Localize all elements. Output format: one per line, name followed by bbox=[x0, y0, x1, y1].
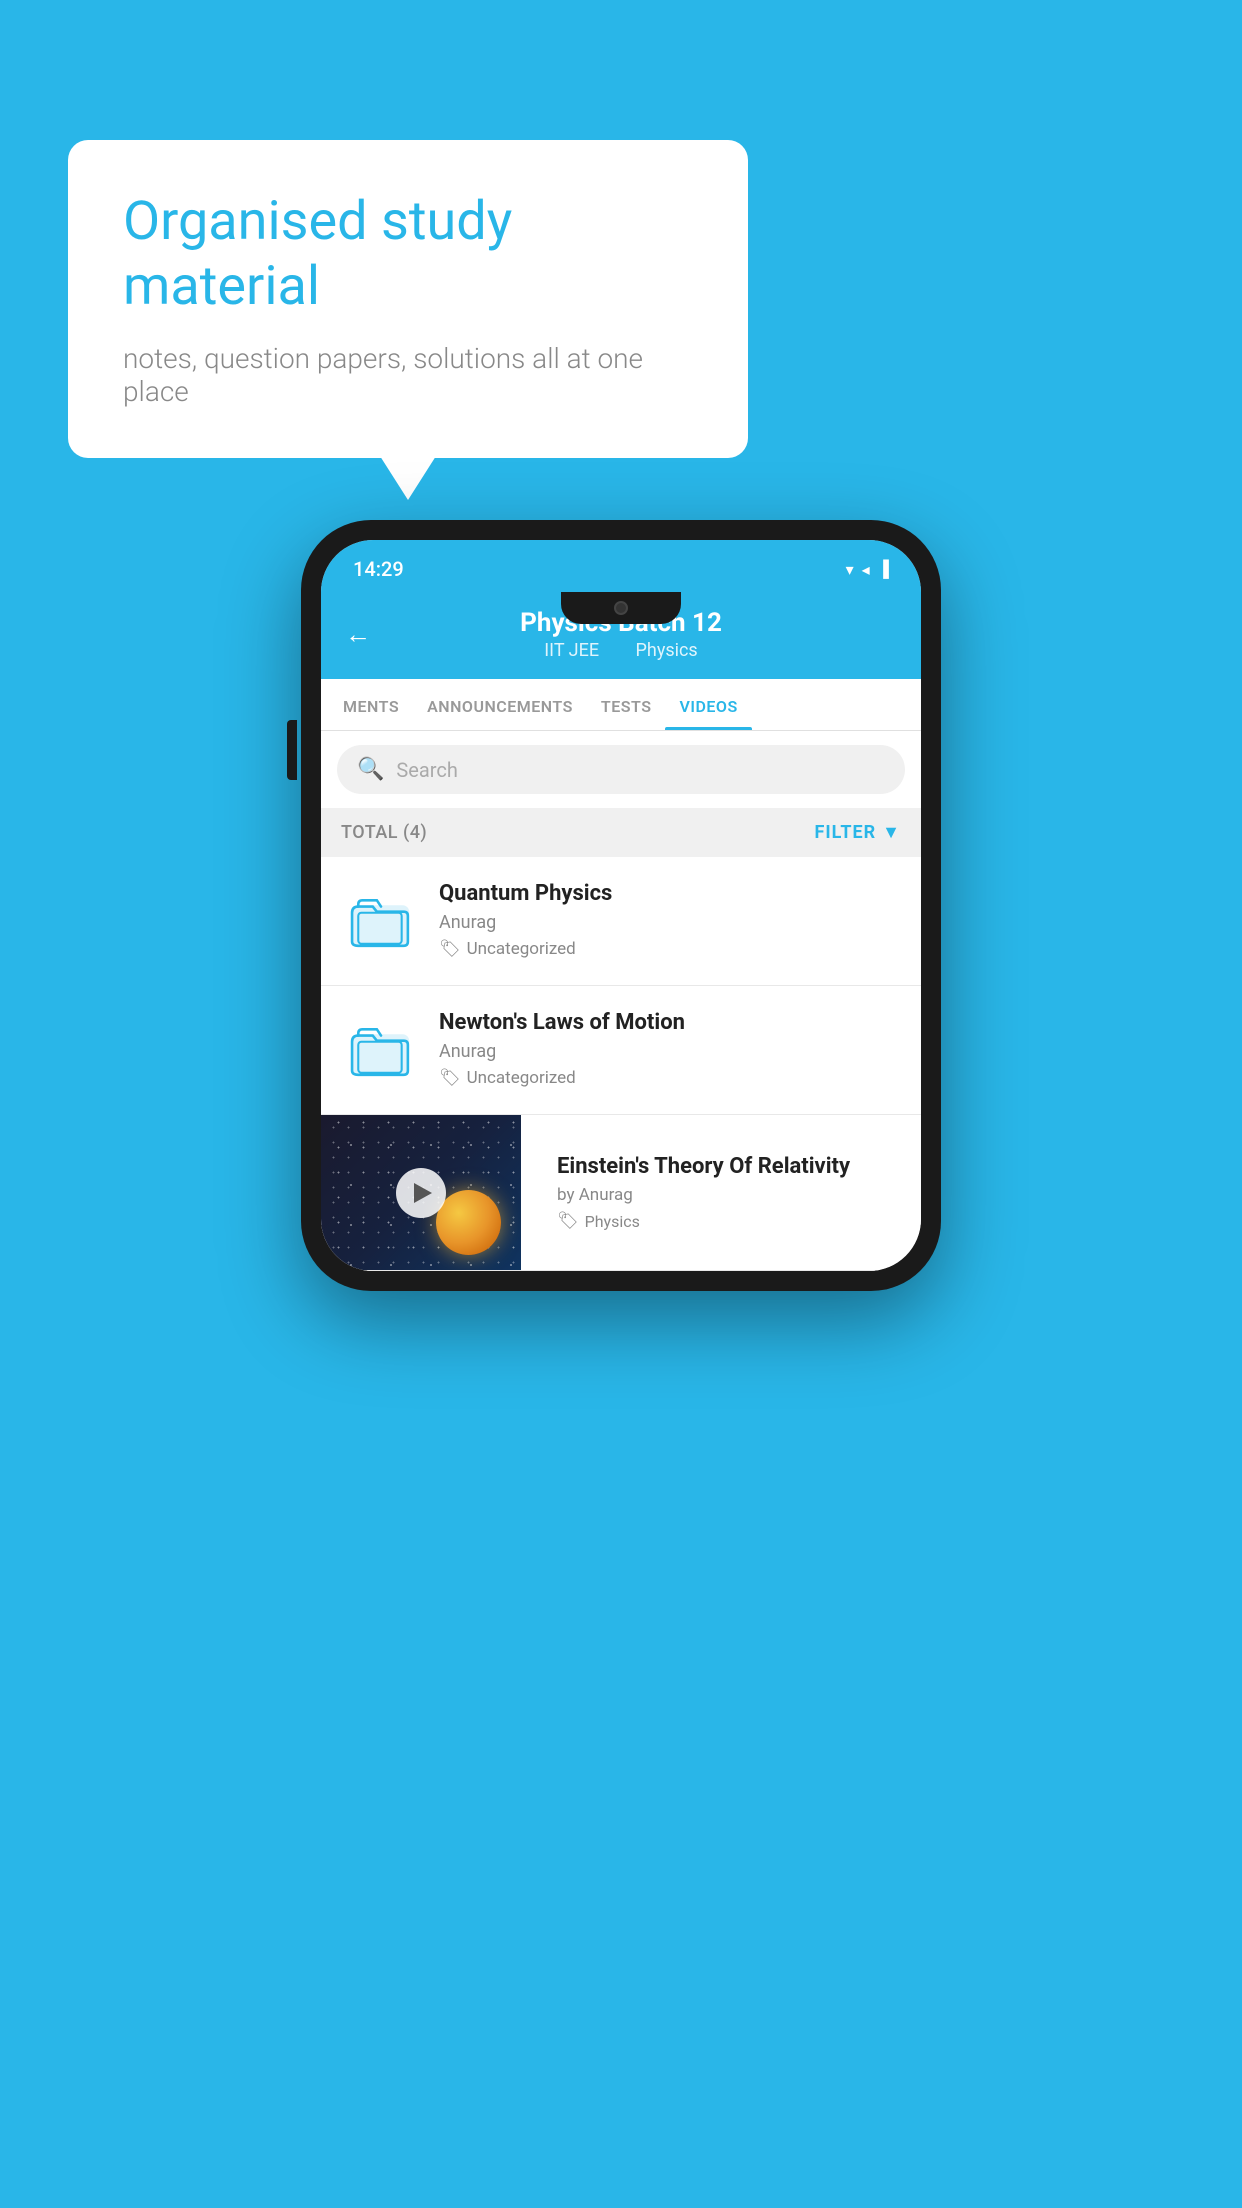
item-info: Newton's Laws of Motion Anurag 🏷 Uncateg… bbox=[439, 1010, 901, 1088]
filter-icon: ▼ bbox=[882, 822, 901, 843]
item-author: Anurag bbox=[439, 1041, 901, 1062]
item-info: Einstein's Theory Of Relativity by Anura… bbox=[539, 1134, 921, 1251]
planet-graphic bbox=[436, 1190, 501, 1255]
item-thumbnail bbox=[341, 1010, 421, 1090]
speech-bubble-container: Organised study material notes, question… bbox=[68, 140, 748, 458]
filter-bar: TOTAL (4) FILTER ▼ bbox=[321, 808, 921, 857]
tab-bar: MENTS ANNOUNCEMENTS TESTS VIDEOS bbox=[321, 679, 921, 731]
phone-screen: 14:29 ▾ ◂ ▐ ← Physics Batch 12 IIT JEE bbox=[321, 540, 921, 1271]
status-icons: ▾ ◂ ▐ bbox=[846, 559, 889, 579]
phone-wrapper: 14:29 ▾ ◂ ▐ ← Physics Batch 12 IIT JEE bbox=[301, 520, 941, 1291]
folder-icon bbox=[350, 1019, 412, 1081]
tab-videos[interactable]: VIDEOS bbox=[665, 679, 751, 730]
total-count: TOTAL (4) bbox=[341, 822, 427, 843]
header-course: IIT JEE bbox=[544, 640, 599, 661]
folder-icon bbox=[350, 890, 412, 952]
speech-bubble-heading: Organised study material bbox=[123, 190, 693, 320]
search-input[interactable]: 🔍 Search bbox=[337, 745, 905, 794]
list-item[interactable]: Einstein's Theory Of Relativity by Anura… bbox=[321, 1115, 921, 1271]
search-icon: 🔍 bbox=[357, 757, 384, 782]
speech-bubble-subtext: notes, question papers, solutions all at… bbox=[123, 342, 693, 408]
filter-button[interactable]: FILTER ▼ bbox=[814, 822, 901, 843]
item-title: Einstein's Theory Of Relativity bbox=[557, 1154, 903, 1179]
tag-label: Uncategorized bbox=[467, 939, 576, 959]
tag-icon: 🏷 bbox=[439, 1068, 461, 1088]
wifi-icon: ▾ bbox=[846, 560, 854, 579]
item-tag: 🏷 Physics bbox=[557, 1211, 903, 1231]
camera-notch bbox=[614, 601, 628, 615]
item-tag: 🏷 Uncategorized bbox=[439, 1068, 901, 1088]
notch bbox=[561, 592, 681, 624]
tag-label: Physics bbox=[585, 1212, 640, 1231]
header-subtitle: IIT JEE Physics bbox=[345, 640, 897, 661]
tab-tests[interactable]: TESTS bbox=[587, 679, 666, 730]
phone: 14:29 ▾ ◂ ▐ ← Physics Batch 12 IIT JEE bbox=[301, 520, 941, 1291]
item-tag: 🏷 Uncategorized bbox=[439, 939, 901, 959]
einstein-thumbnail bbox=[321, 1115, 521, 1270]
tag-icon: 🏷 bbox=[557, 1211, 579, 1231]
tag-label: Uncategorized bbox=[467, 1068, 576, 1088]
item-thumbnail bbox=[341, 881, 421, 961]
signal-icon: ◂ bbox=[862, 560, 870, 579]
play-icon bbox=[414, 1183, 432, 1203]
item-author: Anurag bbox=[439, 912, 901, 933]
item-title: Newton's Laws of Motion bbox=[439, 1010, 901, 1035]
play-button[interactable] bbox=[396, 1168, 446, 1218]
back-button[interactable]: ← bbox=[345, 619, 371, 650]
item-title: Quantum Physics bbox=[439, 881, 901, 906]
video-list: Quantum Physics Anurag 🏷 Uncategorized bbox=[321, 857, 921, 1271]
tab-ments[interactable]: MENTS bbox=[329, 679, 413, 730]
battery-icon: ▐ bbox=[878, 559, 889, 579]
item-author: by Anurag bbox=[557, 1185, 903, 1205]
status-bar: 14:29 ▾ ◂ ▐ bbox=[321, 540, 921, 592]
search-placeholder: Search bbox=[396, 758, 457, 782]
speech-bubble: Organised study material notes, question… bbox=[68, 140, 748, 458]
tag-icon: 🏷 bbox=[439, 939, 461, 959]
item-info: Quantum Physics Anurag 🏷 Uncategorized bbox=[439, 881, 901, 959]
status-time: 14:29 bbox=[353, 557, 404, 581]
list-item[interactable]: Newton's Laws of Motion Anurag 🏷 Uncateg… bbox=[321, 986, 921, 1115]
search-container: 🔍 Search bbox=[321, 731, 921, 808]
tab-announcements[interactable]: ANNOUNCEMENTS bbox=[413, 679, 587, 730]
header-subject: Physics bbox=[636, 640, 698, 661]
list-item[interactable]: Quantum Physics Anurag 🏷 Uncategorized bbox=[321, 857, 921, 986]
